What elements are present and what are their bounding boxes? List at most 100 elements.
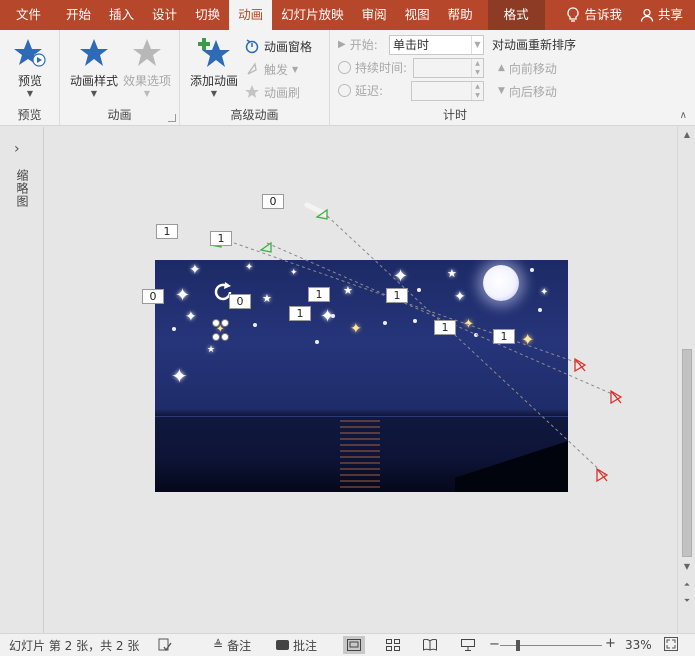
tab-view[interactable]: 视图 <box>396 0 439 30</box>
delay-label-row: 延迟: <box>338 80 383 100</box>
tab-slideshow[interactable]: 幻灯片放映 <box>272 0 353 30</box>
thumbnail-pane-label: 缩略图 <box>15 169 29 208</box>
slideshow-icon <box>461 639 475 651</box>
person-icon <box>640 8 654 22</box>
chevron-down-icon: ▼ <box>471 36 483 54</box>
thumbnail-pane: › 缩略图 <box>0 127 44 633</box>
delay-input[interactable]: ▲ ▼ <box>411 81 484 101</box>
group-preview: 预览 ▼ 预览 <box>0 30 60 126</box>
tab-file[interactable]: 文件 <box>0 0 57 30</box>
move-earlier-label: 向前移动 <box>508 61 557 76</box>
tab-design[interactable]: 设计 <box>143 0 186 30</box>
trigger-button[interactable]: 触发 ▼ <box>244 59 298 79</box>
animation-tag[interactable]: 1 <box>493 329 515 344</box>
animation-tag[interactable]: 1 <box>289 306 311 321</box>
chevron-down-icon: ▼ <box>210 89 218 98</box>
add-animation-button[interactable]: 添加动画 ▼ <box>185 36 243 98</box>
comments-label: 批注 <box>293 638 318 653</box>
tab-insert[interactable]: 插入 <box>100 0 143 30</box>
notes-label: 备注 <box>227 638 252 653</box>
move-earlier-button[interactable]: ▲ 向前移动 <box>498 58 557 78</box>
spin-icon[interactable]: ▲ ▼ <box>471 82 483 100</box>
path-start-icon <box>259 241 272 253</box>
dialog-launcher-icon[interactable] <box>168 114 176 122</box>
next-slide-icon[interactable]: ⏷ <box>681 595 693 607</box>
clock-icon <box>338 60 351 74</box>
group-label-preview: 预览 <box>17 108 42 122</box>
expand-chevron-icon[interactable]: › <box>14 141 20 157</box>
scroll-up-icon[interactable]: ▲ <box>681 129 693 141</box>
animation-pane-icon <box>245 39 259 54</box>
ribbon-tabbar: 文件 开始 插入 设计 切换 动画 幻灯片放映 审阅 视图 帮助 格式 告诉我 … <box>0 0 695 30</box>
preview-label: 预览 <box>17 74 42 88</box>
animation-tag[interactable]: 1 <box>308 287 330 302</box>
duration-label: 持续时间: <box>355 60 408 75</box>
spellcheck-icon[interactable] <box>157 637 173 656</box>
start-label-row: ▶ 开始: <box>338 34 378 54</box>
tab-help[interactable]: 帮助 <box>439 0 482 30</box>
animation-pane-button[interactable]: 动画窗格 <box>244 36 312 56</box>
chevron-down-icon: ▼ <box>90 89 98 98</box>
animation-tag[interactable]: 0 <box>142 289 164 304</box>
move-later-button[interactable]: ▼ 向后移动 <box>498 81 557 101</box>
share-button[interactable]: 共享 <box>631 0 695 30</box>
animation-tag[interactable]: 1 <box>210 231 232 246</box>
scrollbar-thumb[interactable] <box>682 349 692 557</box>
slideshow-view-button[interactable] <box>457 636 479 654</box>
start-select-value: 单击时 <box>393 38 430 52</box>
spin-icon[interactable]: ▲ ▼ <box>471 59 483 77</box>
normal-view-icon <box>347 639 361 651</box>
animation-tag[interactable]: 0 <box>262 194 284 209</box>
prev-slide-icon[interactable]: ⏶ <box>681 579 693 591</box>
animation-tag[interactable]: 1 <box>386 288 408 303</box>
ribbon: 预览 ▼ 预览 动画样式 ▼ 效果选项 ▼ 动画 添加动画 ▼ 动画窗格 触发 … <box>0 30 695 126</box>
zoom-slider-knob[interactable] <box>516 640 520 651</box>
normal-view-button[interactable] <box>343 636 365 654</box>
group-label-animation: 动画 <box>107 108 132 122</box>
play-icon: ▶ <box>338 38 346 50</box>
chevron-down-icon: ▼ <box>143 89 151 98</box>
clock-icon <box>338 83 351 97</box>
motion-paths <box>209 202 623 483</box>
status-bar: 幻灯片 第 2 张，共 2 张 ≜ 备注 批注 − + 33% <box>0 633 695 656</box>
zoom-in-icon[interactable]: + <box>605 636 616 651</box>
effect-options-label: 效果选项 <box>122 74 171 88</box>
trigger-label: 触发 <box>264 62 289 77</box>
add-animation-label: 添加动画 <box>189 74 238 88</box>
reading-view-button[interactable] <box>419 636 441 654</box>
slide-editor[interactable]: ✦ ✦ ✦ ★ ✦ ★ ✦ ★ ✦ ✦ ✦ ✦ ✦ ✦ ✦ ✦ ★ ✦ 0 1 … <box>45 127 677 633</box>
tab-animations[interactable]: 动画 <box>229 0 273 30</box>
add-animation-icon <box>198 38 230 67</box>
animation-tag[interactable]: 1 <box>156 224 178 239</box>
animation-pane-label: 动画窗格 <box>264 39 313 54</box>
zoom-level[interactable]: 33% <box>625 638 652 652</box>
animation-painter-button[interactable]: 动画刷 <box>244 82 300 102</box>
animation-tag[interactable]: 1 <box>434 320 456 335</box>
scroll-down-icon[interactable]: ▼ <box>681 561 693 573</box>
tab-format[interactable]: 格式 <box>487 0 545 30</box>
comments-button[interactable]: 批注 <box>276 637 317 654</box>
start-label: 开始: <box>349 37 378 52</box>
collapse-ribbon-icon[interactable]: ∧ <box>680 110 687 121</box>
motion-path-line <box>322 211 606 476</box>
vertical-scrollbar[interactable]: ▲ ▼ ⏶ ⏷ <box>677 127 695 633</box>
effect-options-button[interactable]: 效果选项 ▼ <box>118 36 176 98</box>
group-label-timing: 计时 <box>442 108 467 122</box>
fit-to-window-icon[interactable] <box>664 637 678 654</box>
animation-tag[interactable]: 0 <box>229 294 251 309</box>
group-label-advanced: 高级动画 <box>230 108 279 122</box>
group-advanced-animation: 添加动画 ▼ 动画窗格 触发 ▼ 动画刷 高级动画 <box>180 30 330 126</box>
duration-input[interactable]: ▲ ▼ <box>413 58 484 78</box>
tellme-button[interactable]: 告诉我 <box>557 0 631 30</box>
move-later-label: 向后移动 <box>508 84 557 99</box>
notes-button[interactable]: ≜ 备注 <box>213 637 251 654</box>
animation-painter-label: 动画刷 <box>264 85 301 100</box>
start-select[interactable]: 单击时 ▼ <box>389 35 484 55</box>
animation-styles-button[interactable]: 动画样式 ▼ <box>65 36 123 98</box>
preview-button[interactable]: 预览 ▼ <box>1 36 59 98</box>
tab-home[interactable]: 开始 <box>57 0 100 30</box>
sorter-view-button[interactable] <box>382 636 404 654</box>
tab-transitions[interactable]: 切换 <box>186 0 229 30</box>
zoom-out-icon[interactable]: − <box>489 637 500 652</box>
tab-review[interactable]: 审阅 <box>353 0 396 30</box>
